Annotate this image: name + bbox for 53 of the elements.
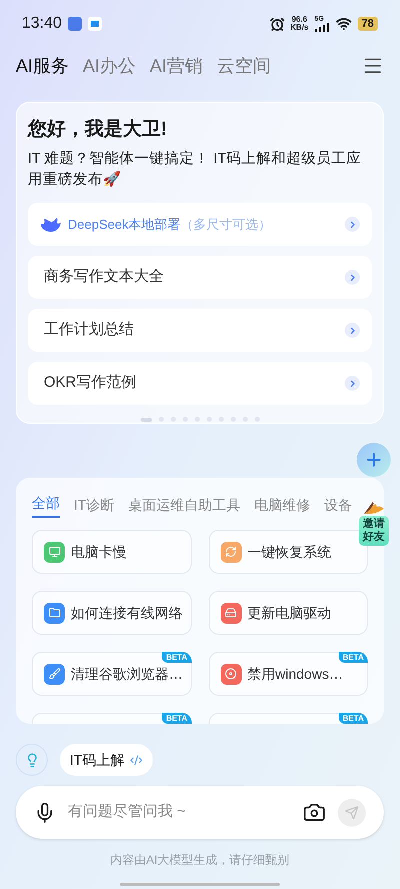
nav-tab[interactable]: AI办公	[83, 52, 136, 80]
message-input[interactable]: 有问题尽管问我 ~	[68, 801, 291, 824]
suggestion-label: OKR写作范例	[44, 373, 137, 394]
whale-icon	[40, 216, 62, 232]
chevron-icon	[345, 376, 360, 391]
suggestion-item[interactable]: OKR写作范例	[28, 362, 372, 405]
suggestion-item[interactable]: 工作计划总结	[28, 309, 372, 352]
beta-badge: BETA	[338, 713, 368, 724]
welcome-subtitle: IT 难题？智能体一键搞定！ IT码上解和超级员工应用重磅发布🚀	[28, 150, 363, 190]
camera-icon[interactable]	[303, 801, 326, 824]
suggestion-label: 工作计划总结	[44, 320, 134, 340]
tool-item[interactable]: 如何连接有线网络	[32, 591, 192, 635]
chevron-icon	[345, 270, 360, 285]
suggestion-label: 商务写作文本大全	[44, 267, 164, 288]
wifi-icon	[336, 16, 352, 32]
battery-indicator: 78	[358, 17, 378, 31]
tool-label: 清理谷歌浏览器…	[71, 664, 183, 684]
welcome-title: 您好，我是大卫!	[28, 118, 168, 142]
invite-friends-button[interactable]: 邀请好友	[359, 516, 389, 546]
app-icon	[88, 17, 102, 31]
category-tab[interactable]: 全部	[32, 492, 60, 518]
tool-item[interactable]: 更新电脑驱动	[208, 591, 368, 635]
suggestion-note: （多尺寸可选）	[180, 216, 272, 234]
tool-label: 禁用windows…	[248, 664, 344, 684]
tool-item[interactable]: 电脑卡慢	[32, 530, 192, 574]
message-field[interactable]: 有问题尽管问我 ~	[16, 786, 384, 839]
tool-label: 更新电脑驱动	[248, 604, 332, 622]
beta-badge: BETA	[338, 652, 368, 663]
nav-tab[interactable]: 云空间	[217, 52, 272, 80]
network-speed: 96.6	[292, 16, 308, 24]
clock-time: 13:40	[22, 14, 62, 34]
suggestion-item[interactable]: DeepSeek本地部署（多尺寸可选）	[28, 203, 372, 246]
speed-unit: KB/s	[290, 24, 309, 32]
alarm-icon	[270, 16, 285, 32]
nav-tab[interactable]: AI营销	[150, 52, 204, 80]
chevron-icon	[345, 323, 360, 338]
beta-badge: BETA	[162, 713, 192, 724]
bird-icon	[362, 500, 386, 516]
add-button[interactable]	[357, 443, 391, 477]
quick-chip[interactable]: IT码上解	[60, 744, 154, 776]
signal-icon	[314, 23, 330, 32]
suggestion-item[interactable]: 商务写作文本大全	[28, 256, 372, 299]
nav-tab[interactable]: AI服务	[16, 52, 70, 80]
tool-label: 一键恢复系统	[248, 542, 332, 562]
suggestion-label: DeepSeek本地部署	[68, 216, 181, 234]
beta-badge: BETA	[162, 652, 192, 663]
tool-label: 如何连接有线网络	[71, 604, 183, 622]
disclaimer-text: 内容由AI大模型生成，请仔细甄别	[110, 852, 290, 869]
chevron-icon	[345, 217, 360, 232]
code-icon	[130, 754, 144, 766]
tool-label: 电脑卡慢	[71, 542, 127, 562]
send-icon	[345, 806, 359, 820]
app-icon	[68, 17, 82, 31]
